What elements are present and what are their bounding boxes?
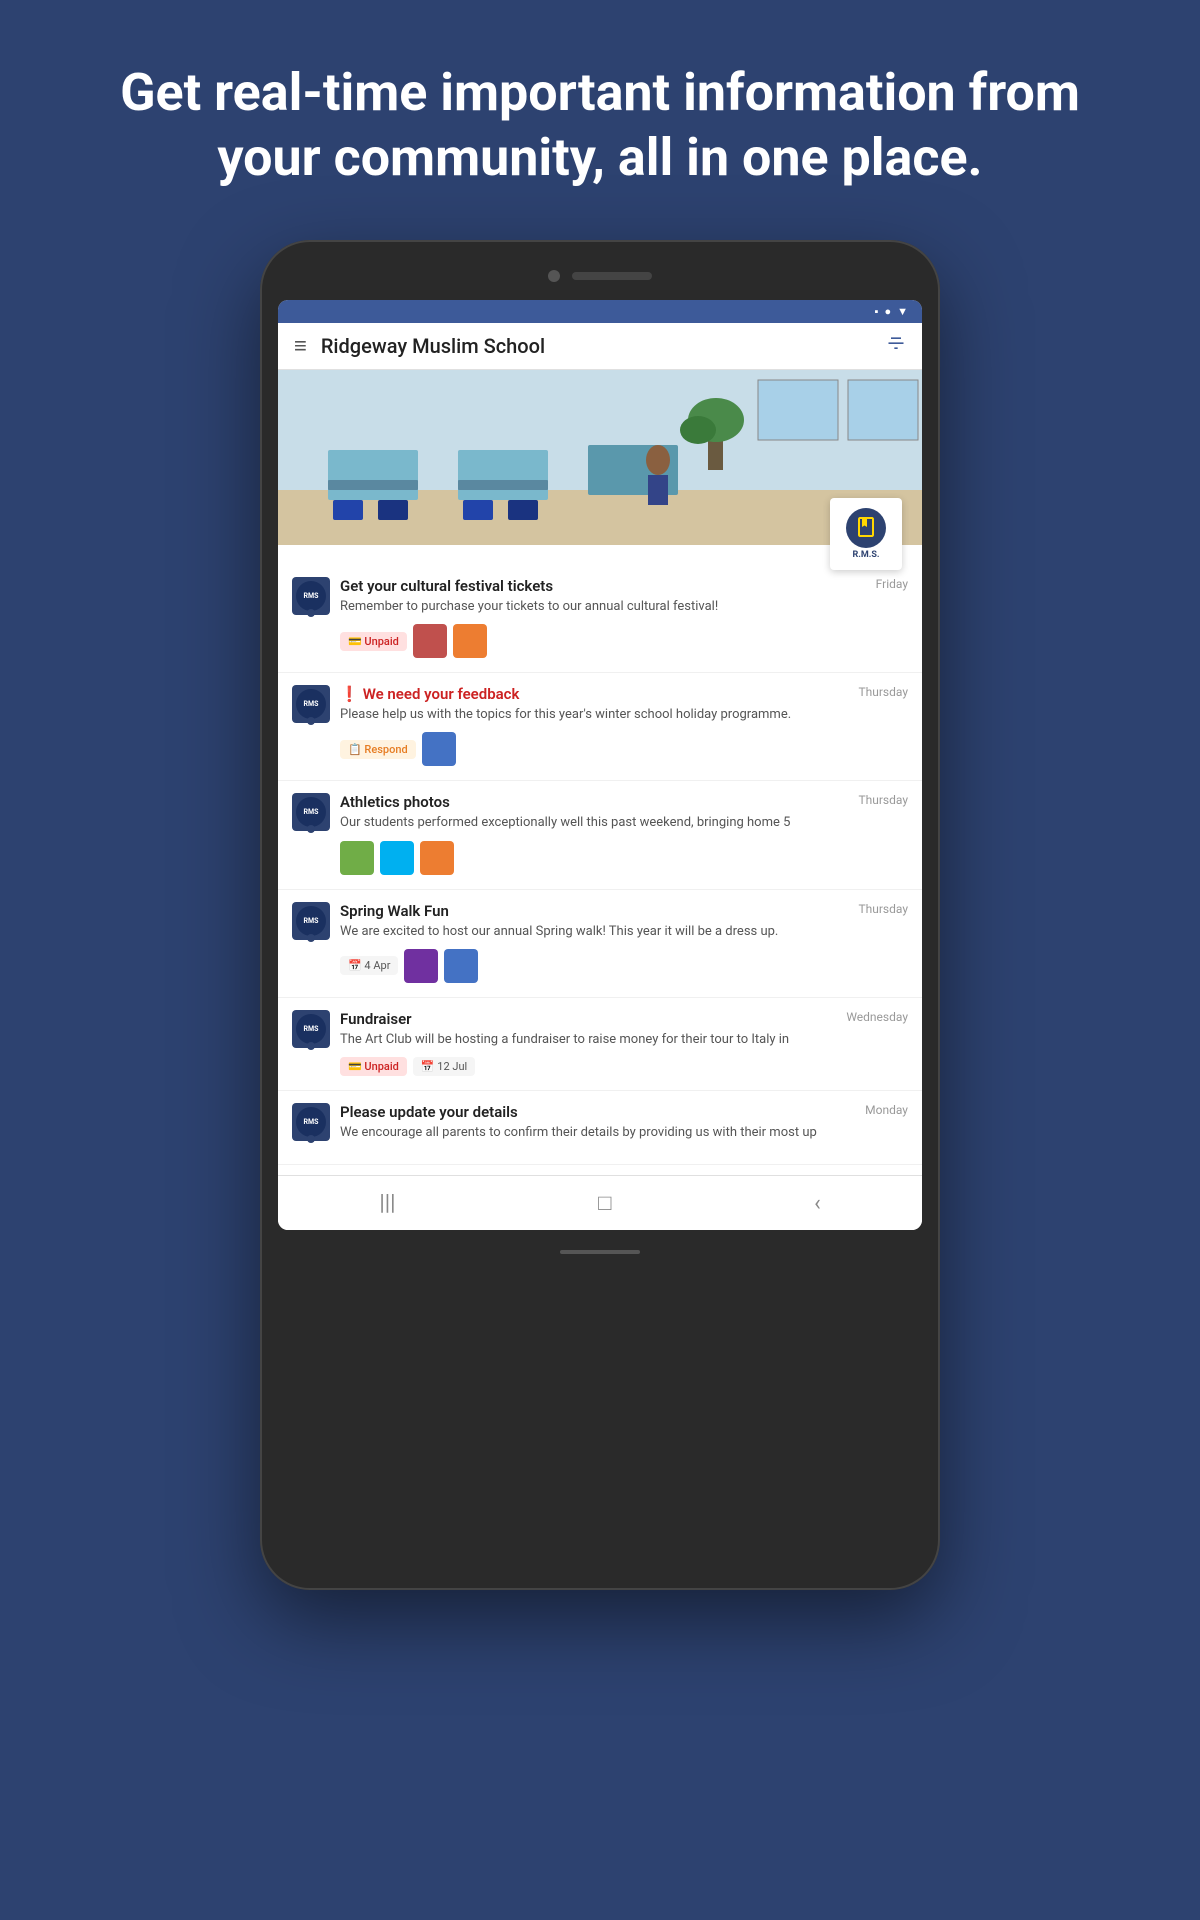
feed-date: Wednesday <box>846 1010 908 1024</box>
feed-avatar: RMS <box>292 793 330 831</box>
feed-attachments: 📅 4 Apr <box>340 949 908 983</box>
feed-attachments: 📋 Respond <box>340 732 908 766</box>
tag-date: 📅 12 Jul <box>413 1057 475 1076</box>
filter-icon[interactable] <box>886 334 906 359</box>
feed-title: ❗We need your feedback <box>340 685 848 703</box>
menu-icon[interactable]: ≡ <box>294 333 307 359</box>
feed-attachments <box>340 841 908 875</box>
thumbnail <box>380 841 414 875</box>
phone-frame: ▪ ● ▼ ≡ Ridgeway Muslim School <box>260 240 940 1590</box>
urgent-icon: ❗ <box>340 685 359 703</box>
feed-body: We are excited to host our annual Spring… <box>340 923 908 941</box>
feed-content: Spring Walk Fun Thursday We are excited to… <box>340 902 908 983</box>
phone-speaker <box>572 272 652 280</box>
feed-body: Please help us with the topics for this … <box>340 706 908 724</box>
tag-date: 📅 4 Apr <box>340 956 398 975</box>
nav-home-icon[interactable]: □ <box>598 1190 611 1216</box>
hero-title: Get real-time important information from… <box>0 0 1200 240</box>
feed-item-1[interactable]: RMS Get your cultural festival tickets Fri… <box>278 565 922 673</box>
tag-unpaid[interactable]: 💳 Unpaid <box>340 1057 407 1076</box>
feed-title: Get your cultural festival tickets <box>340 577 866 595</box>
feed-avatar: RMS <box>292 1010 330 1048</box>
thumbnail <box>413 624 447 658</box>
thumbnail <box>453 624 487 658</box>
feed-date: Thursday <box>858 793 908 807</box>
feed-content: Please update your details Monday We encou… <box>340 1103 908 1150</box>
school-banner: R.M.S. <box>278 370 922 545</box>
feed-content: ❗We need your feedback Thursday Please hel… <box>340 685 908 766</box>
feed-attachments: 💳 Unpaid <box>340 624 908 658</box>
logo-text: R.M.S. <box>852 550 879 561</box>
nav-recent-icon[interactable]: ‹ <box>814 1191 821 1216</box>
feed-title: Please update your details <box>340 1103 855 1121</box>
thumbnail <box>420 841 454 875</box>
feed-item-6[interactable]: RMS Please update your details Monday We en… <box>278 1091 922 1165</box>
feed-item-4[interactable]: RMS Spring Walk Fun Thursday We are excited… <box>278 890 922 998</box>
feed-title: Spring Walk Fun <box>340 902 848 920</box>
feed-avatar: RMS <box>292 902 330 940</box>
status-icon-square: ▪ <box>875 305 879 318</box>
thumbnail <box>404 949 438 983</box>
feed-date: Monday <box>865 1103 908 1117</box>
feed-body: Our students performed exceptionally wel… <box>340 814 908 832</box>
feed-body: We encourage all parents to confirm thei… <box>340 1124 908 1142</box>
thumbnail <box>422 732 456 766</box>
thumbnail <box>340 841 374 875</box>
nav-back-icon[interactable]: ||| <box>379 1191 395 1216</box>
tag-respond[interactable]: 📋 Respond <box>340 740 416 759</box>
feed-avatar: RMS <box>292 577 330 615</box>
feed-content: Athletics photos Thursday Our students per… <box>340 793 908 874</box>
feed-attachments: 💳 Unpaid 📅 12 Jul <box>340 1057 908 1076</box>
news-feed: RMS Get your cultural festival tickets Fri… <box>278 545 922 1165</box>
feed-item-5[interactable]: RMS Fundraiser Wednesday The Art Club will … <box>278 998 922 1091</box>
feed-title: Athletics photos <box>340 793 848 811</box>
feed-date: Thursday <box>858 685 908 699</box>
thumbnail <box>444 949 478 983</box>
feed-content: Get your cultural festival tickets Friday… <box>340 577 908 658</box>
feed-date: Thursday <box>858 902 908 916</box>
feed-avatar: RMS <box>292 685 330 723</box>
feed-body: The Art Club will be hosting a fundraise… <box>340 1031 908 1049</box>
feed-content: Fundraiser Wednesday The Art Club will be … <box>340 1010 908 1076</box>
school-logo: R.M.S. <box>830 498 902 570</box>
feed-date: Friday <box>876 577 908 591</box>
home-indicator-bar <box>278 1240 922 1264</box>
status-icon-dot: ● <box>884 305 891 318</box>
feed-item-3[interactable]: RMS Athletics photos Thursday Our students … <box>278 781 922 889</box>
tag-unpaid[interactable]: 💳 Unpaid <box>340 632 407 651</box>
feed-item-2[interactable]: RMS ❗We need your feedback Thursday Please … <box>278 673 922 781</box>
feed-avatar: RMS <box>292 1103 330 1141</box>
status-bar: ▪ ● ▼ <box>278 300 922 323</box>
phone-screen: ▪ ● ▼ ≡ Ridgeway Muslim School <box>278 300 922 1230</box>
feed-body: Remember to purchase your tickets to our… <box>340 598 908 616</box>
feed-title: Fundraiser <box>340 1010 836 1028</box>
logo-emblem-text <box>854 515 878 541</box>
app-title: Ridgeway Muslim School <box>321 334 886 358</box>
app-bar: ≡ Ridgeway Muslim School <box>278 323 922 370</box>
bottom-nav: ||| □ ‹ <box>278 1175 922 1230</box>
phone-top-bar <box>278 258 922 294</box>
phone-camera <box>548 270 560 282</box>
status-icon-triangle: ▼ <box>897 305 908 318</box>
